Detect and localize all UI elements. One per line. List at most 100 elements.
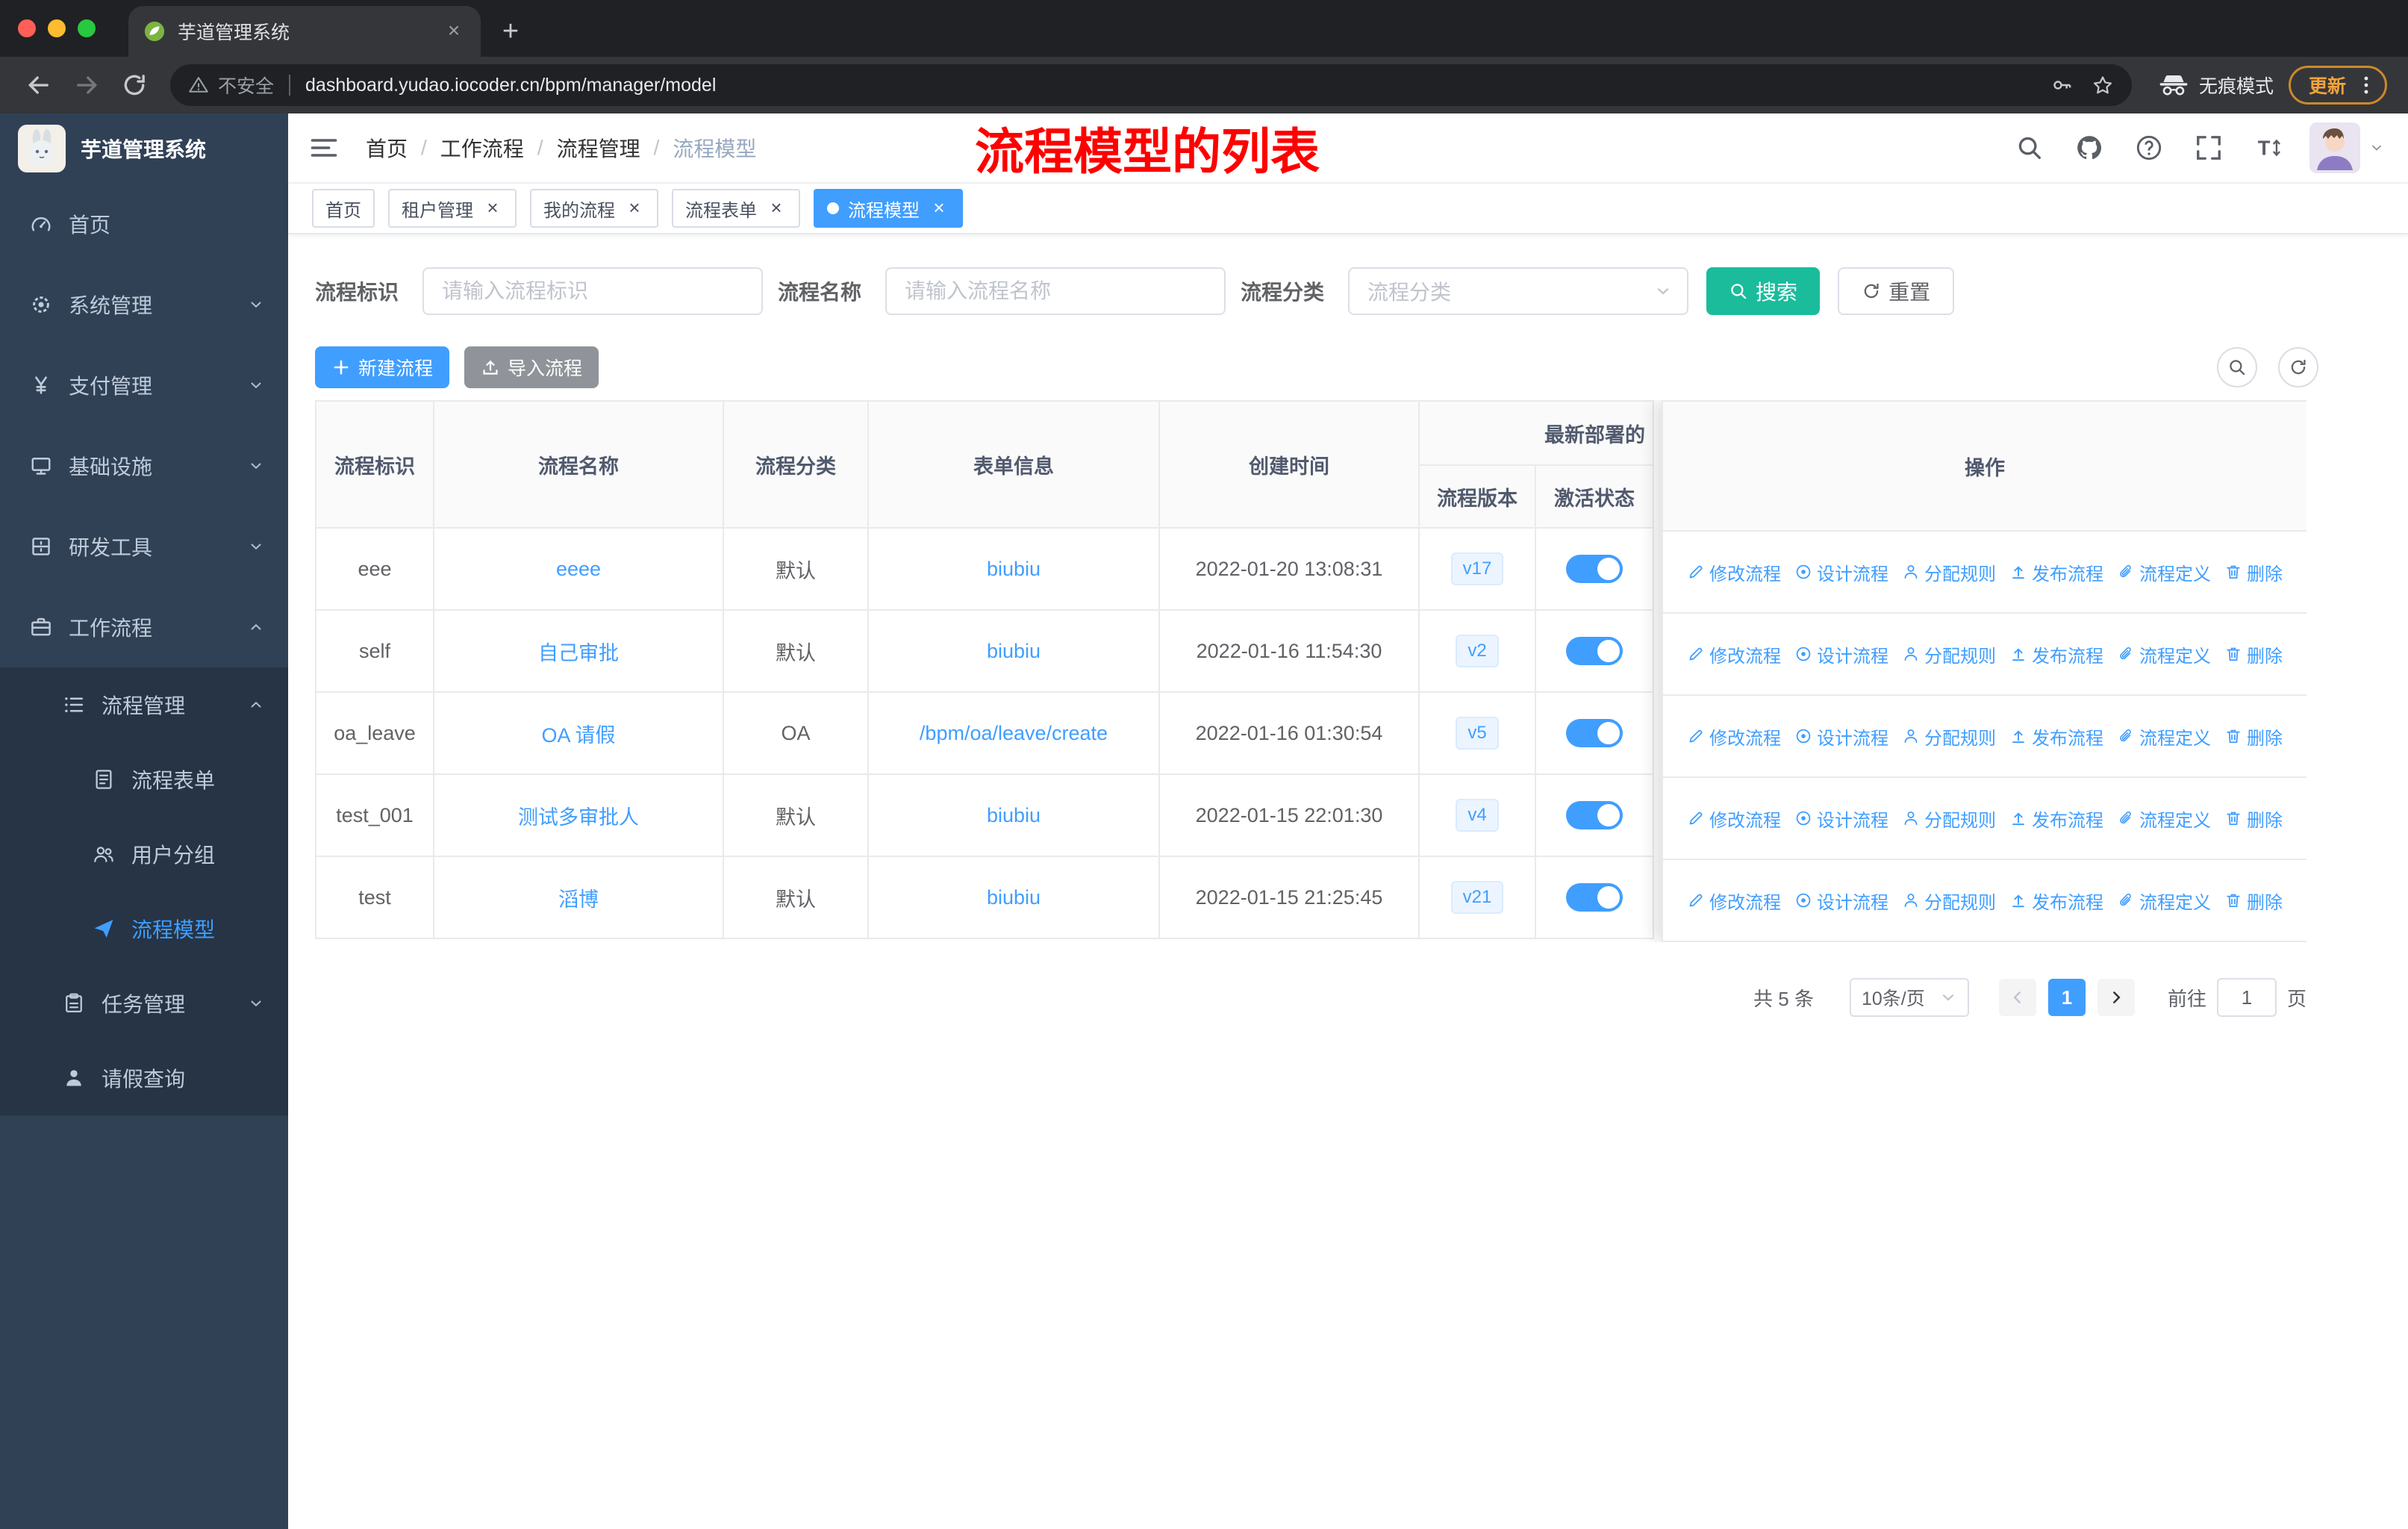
breadcrumb-item[interactable]: 流程管理 [557,133,640,163]
sidebar-item-payment[interactable]: 支付管理 [0,345,288,426]
window-close-button[interactable] [18,19,36,37]
active-toggle[interactable] [1566,719,1623,747]
form-info-link[interactable]: biubiu [987,640,1041,662]
op-design-link[interactable]: 设计流程 [1794,806,1888,832]
hamburger-icon[interactable] [309,133,339,163]
refresh-table-button[interactable] [2278,347,2318,387]
textsize-icon[interactable]: T [2254,134,2283,162]
sidebar-item-leave-query[interactable]: 请假查询 [0,1041,288,1115]
op-definition-link[interactable]: 流程定义 [2117,559,2211,585]
search-button[interactable]: 搜索 [1706,267,1821,315]
op-assign-link[interactable]: 分配规则 [1902,888,1996,914]
op-delete-link[interactable]: 删除 [2224,559,2283,585]
sidebar-item-infrastructure[interactable]: 基础设施 [0,426,288,506]
op-edit-link[interactable]: 修改流程 [1687,641,1781,667]
process-name-link[interactable]: 自己审批 [538,642,619,664]
forward-icon[interactable] [73,72,100,99]
op-edit-link[interactable]: 修改流程 [1687,888,1781,914]
op-design-link[interactable]: 设计流程 [1794,641,1888,667]
breadcrumb-item[interactable]: 首页 [366,133,408,163]
process-name-link[interactable]: 滔博 [558,888,599,911]
process-name-link[interactable]: OA 请假 [541,724,615,747]
op-edit-link[interactable]: 修改流程 [1687,559,1781,585]
tag-close-icon[interactable]: × [766,198,787,219]
op-design-link[interactable]: 设计流程 [1794,723,1888,750]
sidebar-item-home[interactable]: 首页 [0,184,288,264]
op-delete-link[interactable]: 删除 [2224,641,2283,667]
op-definition-link[interactable]: 流程定义 [2117,888,2211,914]
active-toggle[interactable] [1566,801,1623,829]
create-process-button[interactable]: 新建流程 [315,346,450,388]
op-publish-link[interactable]: 发布流程 [2009,641,2103,667]
bookmark-star-icon[interactable] [2092,74,2114,96]
sidebar-item-process-model[interactable]: 流程模型 [0,891,288,966]
next-page-button[interactable] [2097,979,2135,1016]
toggle-search-button[interactable] [2217,347,2257,387]
form-info-link[interactable]: biubiu [987,558,1041,580]
key-icon[interactable] [2051,74,2074,96]
op-publish-link[interactable]: 发布流程 [2009,723,2103,750]
process-name-input[interactable] [885,267,1226,315]
avatar[interactable] [2309,122,2384,173]
form-info-link[interactable]: biubiu [987,804,1041,826]
update-button[interactable]: 更新 [2288,66,2387,105]
tab-close-icon[interactable]: × [442,19,466,43]
op-definition-link[interactable]: 流程定义 [2117,806,2211,832]
tag-my-process[interactable]: 我的流程 × [530,189,658,228]
op-assign-link[interactable]: 分配规则 [1902,806,1996,832]
browser-tab[interactable]: 芋道管理系统 × [128,6,481,57]
tag-tenant-management[interactable]: 租户管理 × [388,189,517,228]
op-assign-link[interactable]: 分配规则 [1902,559,1996,585]
fullscreen-icon[interactable] [2195,134,2223,162]
tag-process-model[interactable]: 流程模型 × [814,189,963,228]
op-edit-link[interactable]: 修改流程 [1687,806,1781,832]
op-delete-link[interactable]: 删除 [2224,723,2283,750]
sidebar-item-process-form[interactable]: 流程表单 [0,742,288,817]
sidebar-item-system[interactable]: 系统管理 [0,264,288,345]
form-info-link[interactable]: biubiu [987,886,1041,909]
op-definition-link[interactable]: 流程定义 [2117,723,2211,750]
sidebar-item-user-group[interactable]: 用户分组 [0,817,288,891]
breadcrumb-item[interactable]: 工作流程 [440,133,524,163]
goto-page-input[interactable] [2216,978,2277,1017]
category-select[interactable]: 流程分类 [1348,267,1689,315]
process-name-link[interactable]: 测试多审批人 [518,806,639,829]
prev-page-button[interactable] [1998,979,2036,1016]
tag-home[interactable]: 首页 [312,189,375,228]
page-1-button[interactable]: 1 [2047,979,2086,1016]
menu-dots-icon[interactable] [2355,74,2377,96]
active-toggle[interactable] [1566,555,1623,583]
active-toggle[interactable] [1566,637,1623,665]
op-design-link[interactable]: 设计流程 [1794,559,1888,585]
active-toggle[interactable] [1566,883,1623,912]
form-info-link[interactable]: /bpm/oa/leave/create [920,722,1108,744]
search-icon[interactable] [2015,134,2044,162]
window-minimize-button[interactable] [48,19,66,37]
op-edit-link[interactable]: 修改流程 [1687,723,1781,750]
tag-process-form[interactable]: 流程表单 × [672,189,800,228]
op-design-link[interactable]: 设计流程 [1794,888,1888,914]
sidebar-item-process-management[interactable]: 流程管理 [0,667,288,742]
sidebar-item-workflow[interactable]: 工作流程 [0,587,288,667]
import-process-button[interactable]: 导入流程 [464,346,599,388]
tag-close-icon[interactable]: × [624,198,645,219]
question-icon[interactable] [2135,134,2163,162]
window-zoom-button[interactable] [78,19,96,37]
op-assign-link[interactable]: 分配规则 [1902,641,1996,667]
reset-button[interactable]: 重置 [1838,267,1955,315]
sidebar-item-devtools[interactable]: 研发工具 [0,506,288,587]
op-publish-link[interactable]: 发布流程 [2009,559,2103,585]
op-definition-link[interactable]: 流程定义 [2117,641,2211,667]
op-assign-link[interactable]: 分配规则 [1902,723,1996,750]
address-bar[interactable]: 不安全 dashboard.yudao.iocoder.cn/bpm/manag… [170,64,2132,106]
op-delete-link[interactable]: 删除 [2224,806,2283,832]
reload-icon[interactable] [121,72,148,99]
page-size-select[interactable]: 10条/页 [1849,978,1969,1017]
new-tab-button[interactable]: + [490,10,531,52]
back-icon[interactable] [25,72,52,99]
process-id-input[interactable] [422,267,764,315]
process-name-link[interactable]: eeee [556,558,601,580]
sidebar-item-task-management[interactable]: 任务管理 [0,966,288,1041]
github-icon[interactable] [2075,134,2103,162]
op-publish-link[interactable]: 发布流程 [2009,806,2103,832]
